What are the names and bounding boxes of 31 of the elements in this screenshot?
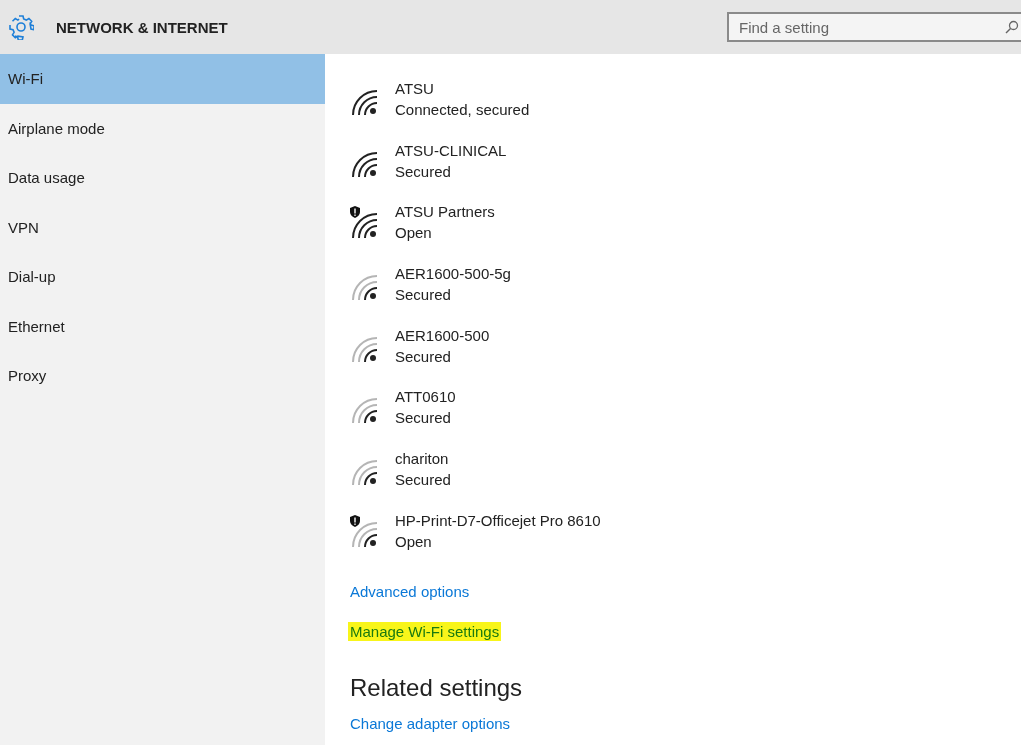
settings-link[interactable]: Change adapter options (348, 713, 513, 733)
settings-link[interactable]: Manage Wi-Fi settings (348, 621, 502, 641)
network-status: Secured (395, 346, 452, 367)
sidebar-item[interactable]: Ethernet (0, 301, 325, 351)
search-icon (1005, 20, 1019, 34)
network-name[interactable]: AER1600-500-5g (395, 263, 511, 285)
sidebar-item[interactable]: Wi-Fi (0, 54, 325, 104)
network-status: Secured (395, 161, 452, 182)
network-name[interactable]: HP-Print-D7-Officejet Pro 8610 (395, 509, 601, 531)
network-status: Connected, secured (395, 100, 530, 120)
network-status: Open (395, 531, 433, 552)
network-name[interactable]: AER1600-500 (395, 324, 490, 346)
section-heading: Related settings (350, 673, 524, 702)
sidebar-item[interactable]: Data usage (0, 153, 325, 203)
network-name[interactable]: ATSU Partners (395, 201, 495, 223)
network-name[interactable]: ATSU-CLINICAL (395, 139, 507, 161)
network-status: Secured (395, 285, 452, 306)
settings-icon (8, 14, 34, 40)
network-status: Open (395, 223, 433, 244)
sidebar-item[interactable]: Airplane mode (0, 103, 325, 153)
sidebar-item[interactable]: Dial-up (0, 252, 325, 302)
search-field[interactable]: Find a setting (727, 12, 1021, 42)
network-status: Secured (395, 408, 452, 429)
sidebar-item[interactable]: VPN (0, 202, 325, 252)
network-name[interactable]: chariton (395, 448, 451, 470)
settings-link[interactable]: Advanced options (348, 581, 472, 601)
network-name[interactable]: ATSU (395, 78, 530, 99)
sidebar-item[interactable]: Proxy (0, 351, 325, 401)
network-status: Secured (395, 470, 451, 491)
network-name[interactable]: ATT0610 (395, 386, 456, 408)
page-title: NETWORK & INTERNET (56, 18, 229, 36)
